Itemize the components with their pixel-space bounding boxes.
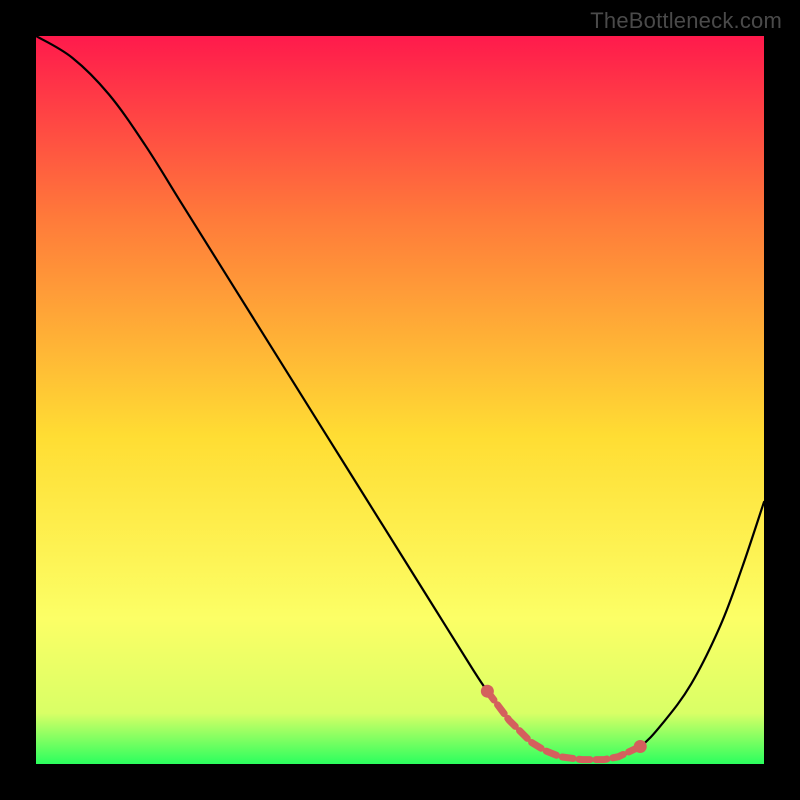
watermark-text: TheBottleneck.com bbox=[590, 8, 782, 34]
chart-svg bbox=[36, 36, 764, 764]
chart-plot-area bbox=[36, 36, 764, 764]
